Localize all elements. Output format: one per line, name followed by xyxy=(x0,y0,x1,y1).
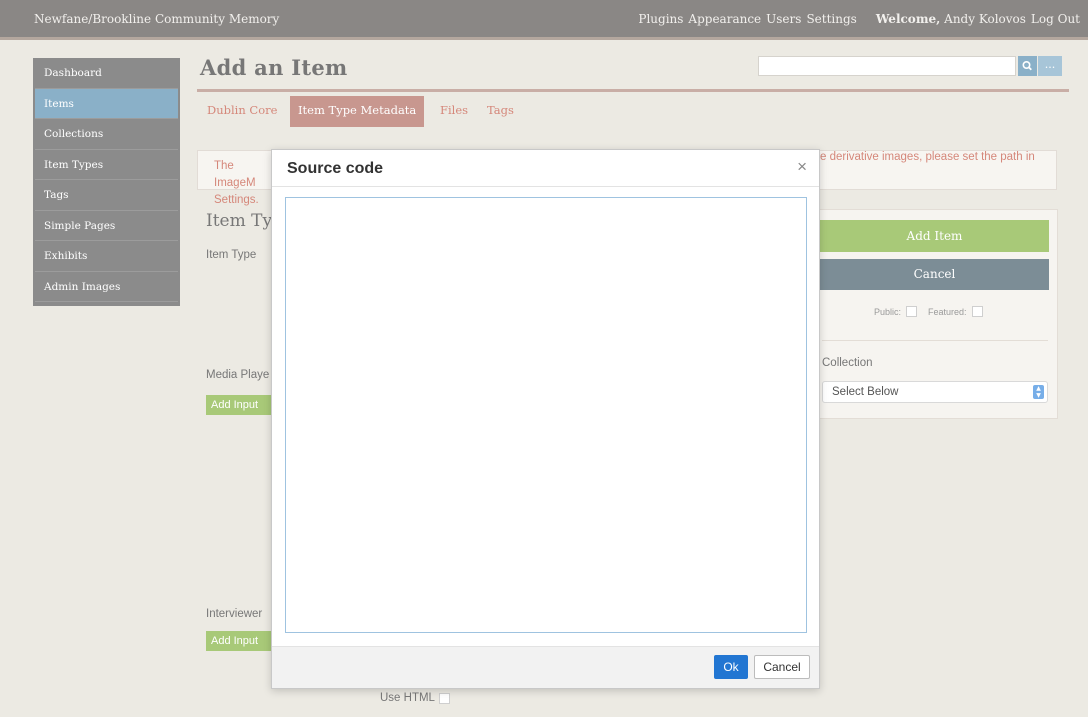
dialog-title: Source code xyxy=(287,160,384,177)
panel-divider xyxy=(822,340,1048,341)
top-nav-users[interactable]: Users xyxy=(766,12,801,26)
sidebar-item-dashboard[interactable]: Dashboard xyxy=(35,58,178,89)
sidebar: Dashboard Items Collections Item Types T… xyxy=(33,58,180,306)
featured-checkbox[interactable] xyxy=(971,306,983,317)
dialog-footer: Ok Cancel xyxy=(272,646,819,688)
cancel-button[interactable]: Cancel xyxy=(820,259,1049,290)
notice-text-left: The ImageM Settings. xyxy=(214,160,259,206)
sidebar-item-tags[interactable]: Tags xyxy=(35,180,178,211)
close-icon[interactable]: × xyxy=(797,157,807,177)
site-title-link[interactable]: Newfane/Brookline Community Memory xyxy=(34,12,279,26)
collection-label: Collection xyxy=(822,357,873,369)
sidebar-item-items[interactable]: Items xyxy=(35,88,178,119)
top-nav-plugins[interactable]: Plugins xyxy=(638,12,683,26)
media-player-add-input-button[interactable]: Add Input xyxy=(206,395,272,415)
dialog-cancel-button[interactable]: Cancel xyxy=(754,655,810,679)
top-bar: Newfane/Brookline Community Memory Plugi… xyxy=(0,0,1088,40)
use-html-checkbox[interactable] xyxy=(438,692,450,704)
public-label: Public: xyxy=(874,306,902,317)
source-code-textarea[interactable] xyxy=(285,197,807,633)
welcome-text: Welcome, Andy Kolovos xyxy=(876,12,1026,26)
ok-button[interactable]: Ok xyxy=(714,655,748,679)
interviewer-add-input-button[interactable]: Add Input xyxy=(206,631,272,651)
logout-link[interactable]: Log Out xyxy=(1031,12,1080,26)
top-nav-settings[interactable]: Settings xyxy=(806,12,856,26)
header-divider xyxy=(197,89,1069,92)
add-item-button[interactable]: Add Item xyxy=(820,220,1049,252)
search-icon xyxy=(1022,61,1032,71)
tab-tags[interactable]: Tags xyxy=(487,96,514,127)
use-html-label: Use HTML xyxy=(380,692,435,704)
tab-item-type-metadata[interactable]: Item Type Metadata xyxy=(290,96,425,127)
tab-files[interactable]: Files xyxy=(440,96,468,127)
collection-select[interactable]: Select Below ▲ ▼ xyxy=(822,381,1048,403)
search-button[interactable] xyxy=(1018,56,1037,76)
tab-dublin-core[interactable]: Dublin Core xyxy=(207,96,277,127)
sidebar-item-exhibits[interactable]: Exhibits xyxy=(35,241,178,272)
visibility-options: Public: Featured: xyxy=(874,306,983,317)
top-nav-appearance[interactable]: Appearance xyxy=(688,12,761,26)
item-type-label: Item Type xyxy=(206,249,257,261)
media-player-label: Media Playe xyxy=(206,369,270,381)
sidebar-item-admin-images[interactable]: Admin Images xyxy=(35,272,178,302)
search-input[interactable] xyxy=(758,56,1016,76)
sidebar-item-simple-pages[interactable]: Simple Pages xyxy=(35,211,178,241)
collection-select-value: Select Below xyxy=(832,386,899,398)
welcome-label: Welcome, xyxy=(875,12,941,26)
notice-text-right: e derivative images, please set the path… xyxy=(820,151,1035,163)
search-options-button[interactable]: ... xyxy=(1038,56,1062,76)
sidebar-item-collections[interactable]: Collections xyxy=(35,119,178,150)
source-code-dialog: Source code × Ok Cancel xyxy=(271,149,820,689)
use-html-toggle[interactable]: Use HTML xyxy=(380,692,450,704)
interviewer-label: Interviewer xyxy=(206,608,263,620)
select-arrows-icon: ▲ ▼ xyxy=(1033,385,1044,399)
public-checkbox[interactable] xyxy=(906,306,918,317)
user-name-link[interactable]: Andy Kolovos xyxy=(944,12,1026,26)
featured-label: Featured: xyxy=(928,306,967,317)
page-title: Add an Item xyxy=(200,55,348,80)
top-nav: Plugins Appearance Users Settings Welcom… xyxy=(638,12,1080,26)
sidebar-item-item-types[interactable]: Item Types xyxy=(35,150,178,180)
dialog-header-divider xyxy=(272,186,819,187)
